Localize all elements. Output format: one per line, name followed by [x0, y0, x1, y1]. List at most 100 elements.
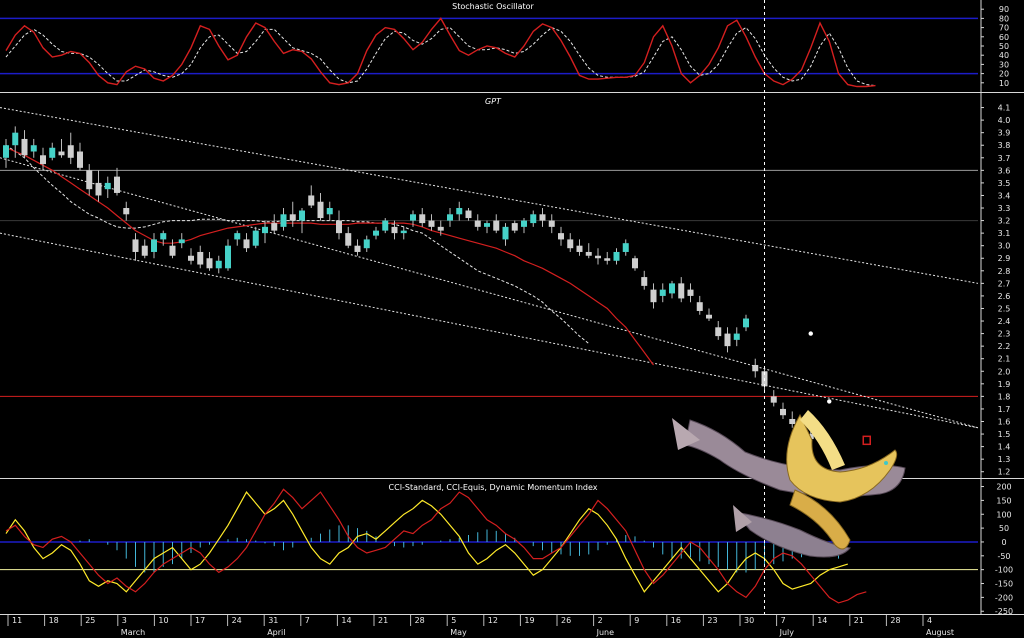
month-label: April: [267, 628, 285, 637]
candle-down: [511, 223, 518, 231]
candle-down: [243, 239, 250, 249]
candle-down: [95, 182, 102, 196]
candle-down: [419, 214, 426, 224]
cci-tick-label: 200: [996, 483, 1011, 492]
price-tick-label: 1.4: [998, 443, 1011, 452]
candle-down: [715, 327, 722, 337]
candle-up: [530, 214, 537, 224]
date-tick-label: 21: [378, 616, 388, 625]
price-marker-dot: [808, 331, 813, 336]
candle-up: [299, 210, 305, 221]
candle-down: [604, 258, 611, 261]
price-tick-label: 1.6: [998, 417, 1011, 426]
price-tick-label: 2.0: [998, 367, 1011, 376]
candle-down: [585, 251, 592, 256]
stoch-tick-label: 50: [999, 42, 1009, 51]
price-tick-label: 2.4: [998, 317, 1011, 326]
date-tick-label: 11: [12, 616, 22, 625]
stoch-tick-label: 10: [999, 79, 1009, 88]
price-tick-label: 2.1: [998, 355, 1011, 364]
date-tick-label: 21: [854, 616, 864, 625]
date-tick-label: 19: [524, 616, 534, 625]
date-tick-label: 14: [341, 616, 351, 625]
candle-down: [474, 220, 481, 227]
candle-down: [650, 289, 657, 303]
candle-down: [641, 277, 648, 286]
candle-down: [780, 408, 786, 416]
price-tick-label: 1.5: [998, 430, 1011, 439]
candle-up: [521, 220, 527, 227]
price-tick-label: 3.5: [998, 179, 1011, 188]
candle-down: [724, 333, 731, 347]
date-tick-label: 23: [707, 616, 717, 625]
candle-down: [86, 170, 93, 190]
price-tick-label: 1.9: [998, 380, 1011, 389]
price-tick-label: 3.6: [998, 166, 1011, 175]
price-tick-label: 2.3: [998, 330, 1011, 339]
candle-up: [280, 214, 287, 227]
candle-down: [752, 364, 759, 372]
date-tick-label: 30: [744, 616, 754, 625]
price-tick-label: 3.8: [998, 141, 1011, 150]
price-tick-label: 1.7: [998, 405, 1011, 414]
candle-up: [447, 214, 453, 221]
candle-up: [49, 147, 56, 158]
candle-up: [613, 251, 620, 261]
price-tick-label: 3.3: [998, 204, 1011, 213]
candle-up: [622, 243, 629, 252]
price-title: GPT: [485, 97, 502, 106]
date-tick-label: 7: [781, 616, 786, 625]
candle-down: [317, 201, 324, 219]
candle-up: [659, 289, 666, 296]
candle-up: [151, 239, 157, 252]
candle-down: [114, 176, 120, 193]
candle-up: [178, 239, 185, 244]
price-tick-label: 3.7: [998, 154, 1011, 163]
price-tick-label: 3.1: [998, 229, 1011, 238]
candle-up: [669, 283, 675, 294]
price-tick-label: 4.0: [998, 116, 1011, 125]
date-tick-label: 7: [305, 616, 310, 625]
date-tick-label: 31: [268, 616, 278, 625]
date-tick-label: 9: [634, 616, 639, 625]
date-tick-label: 18: [49, 616, 59, 625]
month-label: May: [450, 628, 467, 637]
date-tick-label: 17: [195, 616, 205, 625]
candle-down: [576, 245, 583, 252]
stoch-tick-label: 60: [999, 33, 1009, 42]
candle-down: [271, 223, 278, 231]
candle-down: [687, 289, 694, 296]
month-label: August: [926, 628, 954, 637]
cci-tick-label: -150: [995, 580, 1013, 589]
candle-up: [160, 233, 167, 240]
candle-up: [234, 233, 241, 240]
candle-up: [215, 260, 222, 269]
candle-down: [67, 145, 74, 158]
cci-title: CCI-Standard, CCI-Equis, Dynamic Momentu…: [389, 483, 598, 492]
price-tick-label: 2.8: [998, 267, 1011, 276]
price-tick-label: 3.4: [998, 191, 1011, 200]
price-tick-label: 3.9: [998, 129, 1011, 138]
date-tick-label: 25: [85, 616, 95, 625]
stoch-tick-label: 90: [999, 5, 1009, 14]
candle-up: [30, 145, 37, 152]
candle-down: [169, 245, 176, 256]
candle-up: [484, 223, 490, 227]
date-tick-label: 24: [232, 616, 242, 625]
candle-down: [77, 151, 83, 168]
month-label: June: [596, 628, 615, 637]
cci-tick-label: 50: [999, 524, 1009, 533]
cci-tick-label: -100: [995, 566, 1013, 575]
candle-up: [262, 226, 268, 234]
candle-up: [326, 208, 333, 215]
candle-down: [558, 233, 564, 240]
fish-eye: [884, 461, 888, 465]
cci-tick-label: 0: [1001, 538, 1006, 547]
candle-down: [123, 208, 130, 215]
candle-down: [770, 396, 777, 403]
price-tick-label: 2.5: [998, 304, 1011, 313]
date-tick-label: 5: [451, 616, 456, 625]
cci-tick-label: 150: [996, 496, 1011, 505]
month-label: March: [121, 628, 145, 637]
price-tick-label: 2.2: [998, 342, 1011, 351]
